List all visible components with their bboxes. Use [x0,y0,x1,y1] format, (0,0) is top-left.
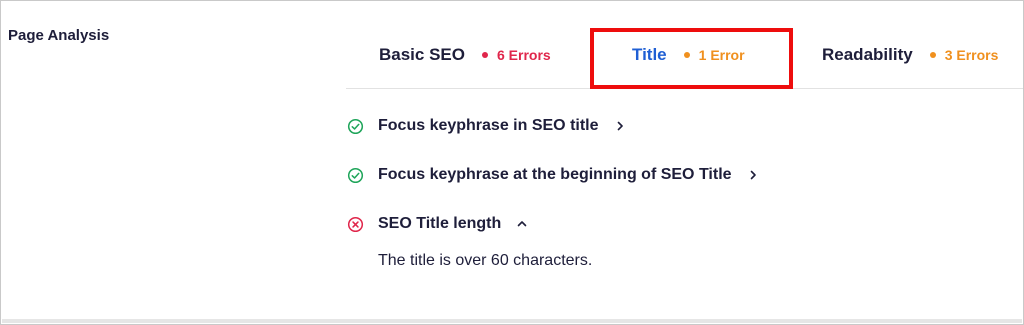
chevron-right-icon[interactable] [615,121,625,131]
tab-basic-seo[interactable]: Basic SEO 6 Errors [379,45,551,65]
analysis-tabs: Basic SEO 6 Errors Title 1 Error Readabi… [346,33,1023,89]
error-count: 3 Errors [944,47,999,63]
result-label: Focus keyphrase at the beginning of SEO … [378,166,732,183]
result-item[interactable]: Focus keyphrase in SEO title [347,117,625,135]
result-item[interactable]: SEO Title length [347,215,527,233]
error-count: 1 Error [698,47,745,63]
page-analysis-panel: Page Analysis Basic SEO 6 Errors Title 1… [0,0,1024,325]
result-detail: The title is over 60 characters. [378,252,593,269]
result-label: SEO Title length [378,215,502,232]
status-dot [683,52,690,58]
bottom-divider [2,319,1022,323]
result-item[interactable]: Focus keyphrase at the beginning of SEO … [347,166,758,184]
tab-label: Readability [822,45,913,64]
result-label: Focus keyphrase in SEO title [378,117,599,134]
chevron-up-icon[interactable] [517,219,527,229]
status-dot [482,52,488,58]
check-circle-icon [347,167,364,183]
tab-label: Title [632,45,667,64]
tab-label: Basic SEO [379,45,465,64]
section-title: Page Analysis [8,27,110,44]
chevron-right-icon[interactable] [748,170,758,180]
status-dot [929,52,936,58]
x-circle-icon [347,216,364,232]
tab-title[interactable]: Title 1 Error [632,45,745,65]
tab-readability[interactable]: Readability 3 Errors [822,45,998,65]
check-circle-icon [347,118,364,134]
error-count: 6 Errors [497,47,551,63]
